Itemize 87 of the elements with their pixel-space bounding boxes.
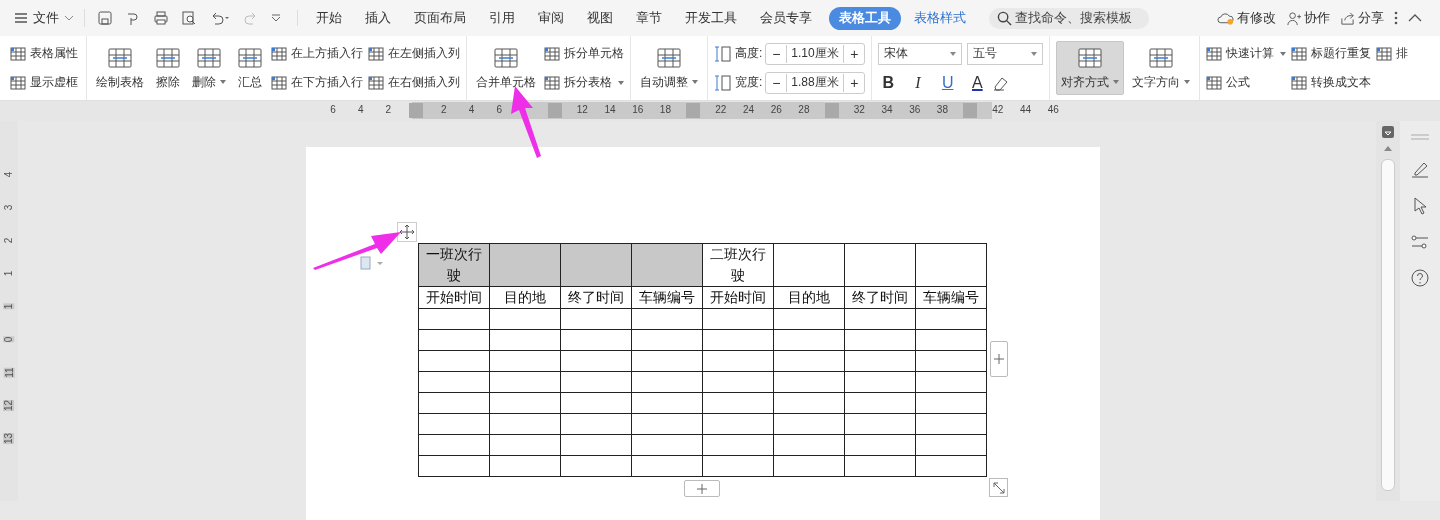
- menu-tab[interactable]: 章节: [626, 6, 672, 30]
- format-button[interactable]: I: [908, 73, 928, 92]
- ruler-number: 12: [575, 104, 589, 115]
- ribbon-button[interactable]: 排: [1376, 45, 1409, 62]
- ruler-number: 26: [769, 104, 783, 115]
- ruler-number: 6: [495, 104, 503, 115]
- ruler-number: 14: [603, 104, 617, 115]
- ribbon-button[interactable]: 在右侧插入列: [368, 74, 460, 91]
- search-field[interactable]: 查找命令、搜索模板: [989, 7, 1149, 29]
- ruler-number: 2: [440, 104, 448, 115]
- ribbon-button[interactable]: 快速计算: [1206, 45, 1287, 62]
- table-cell: 终了时间: [560, 286, 632, 309]
- font-dropdown[interactable]: 五号: [967, 42, 1044, 65]
- menu-tab[interactable]: 视图: [577, 6, 623, 30]
- ruler-number: 3: [3, 204, 15, 211]
- ribbon-button[interactable]: 在上方插入行: [271, 45, 363, 62]
- toolbar-button[interactable]: 协作: [1286, 9, 1330, 27]
- menu-tab[interactable]: 页面布局: [404, 6, 476, 30]
- ribbon-button[interactable]: 汇总: [234, 41, 266, 95]
- ribbon-button[interactable]: 在左侧插入列: [368, 45, 460, 62]
- toolbar-button[interactable]: 分享: [1340, 9, 1384, 27]
- ruler-number: 4: [356, 104, 365, 115]
- menu-tab[interactable]: 审阅: [528, 6, 574, 30]
- table-cell: 终了时间: [844, 286, 916, 309]
- ruler-number: 36: [908, 104, 922, 115]
- ruler-number: 32: [852, 104, 866, 115]
- menu-tab[interactable]: 开发工具: [675, 6, 747, 30]
- ribbon-button[interactable]: 删除: [189, 41, 229, 95]
- ribbon-button[interactable]: 显示虚框: [10, 74, 78, 91]
- ribbon-button[interactable]: 标题行重复: [1291, 45, 1372, 62]
- ribbon-button[interactable]: 擦除: [152, 41, 184, 95]
- ruler-number: 13: [3, 432, 15, 445]
- ribbon-button[interactable]: 对齐方式: [1056, 41, 1125, 95]
- ruler-number: 18: [658, 104, 672, 115]
- ruler-number: 0: [3, 336, 15, 343]
- ribbon-button[interactable]: 自动调整: [637, 41, 701, 95]
- menu-tab[interactable]: 引用: [479, 6, 525, 30]
- ruler-number: 28: [797, 104, 811, 115]
- ruler-number: 34: [880, 104, 894, 115]
- ruler-number: 2: [384, 104, 393, 115]
- ribbon-button[interactable]: 绘制表格: [93, 41, 147, 95]
- menu-tab[interactable]: 插入: [355, 6, 401, 30]
- table-cell: 一班次行驶: [418, 243, 490, 287]
- ruler-number: 16: [631, 104, 645, 115]
- ribbon-button[interactable]: 表格属性: [10, 45, 78, 62]
- ruler-number: 38: [935, 104, 949, 115]
- ribbon-button[interactable]: 拆分表格: [544, 74, 624, 91]
- ruler-number: 46: [1046, 104, 1060, 115]
- table-cell: 二班次行驶: [702, 243, 774, 287]
- table-cell: 开始时间: [418, 286, 490, 309]
- field-label: 高度:: [735, 45, 763, 62]
- ruler-number: 42: [991, 104, 1005, 115]
- menu-tab[interactable]: 开始: [306, 6, 352, 30]
- toolbar-button[interactable]: 有修改: [1217, 9, 1276, 27]
- ribbon-button[interactable]: 文字方向: [1129, 41, 1194, 95]
- ruler-number: 24: [741, 104, 756, 115]
- ruler-number: 1: [3, 303, 15, 310]
- table-cell: 目的地: [773, 286, 845, 309]
- ribbon-button[interactable]: 在下方插入行: [271, 74, 363, 91]
- field-label: 宽度:: [735, 74, 763, 91]
- ruler-number: 1: [3, 270, 15, 277]
- table-cell: 车辆编号: [631, 286, 703, 309]
- ribbon-button[interactable]: 拆分单元格: [544, 45, 624, 62]
- ruler-number: 4: [3, 171, 15, 178]
- format-button[interactable]: A: [967, 73, 988, 92]
- ruler-number: 44: [1018, 104, 1033, 115]
- ruler-number: 12: [3, 399, 15, 412]
- spin-field[interactable]: − 1.88厘米 +: [765, 71, 866, 94]
- ribbon-button[interactable]: 公式: [1206, 74, 1287, 91]
- ruler-number: 22: [714, 104, 728, 115]
- menu-tab[interactable]: 表格样式: [904, 6, 976, 30]
- table-cell: 开始时间: [702, 286, 774, 309]
- file-menu[interactable]: 文件: [14, 9, 85, 27]
- spin-field[interactable]: − 1.10厘米 +: [765, 42, 866, 65]
- format-button[interactable]: U: [937, 73, 958, 92]
- ruler-number: 11: [3, 367, 15, 378]
- ruler-number: 2: [3, 237, 15, 244]
- font-dropdown[interactable]: 宋体: [878, 42, 963, 65]
- format-button[interactable]: B: [878, 73, 899, 92]
- table-cell: 目的地: [489, 286, 561, 309]
- ruler-number: 6: [329, 104, 337, 115]
- ribbon-button[interactable]: 合并单元格: [473, 41, 539, 95]
- menu-tab[interactable]: 会员专享: [750, 6, 822, 30]
- menu-tab[interactable]: 表格工具: [829, 6, 901, 30]
- ruler-number: 4: [467, 104, 476, 115]
- ribbon-button[interactable]: 转换成文本: [1291, 74, 1372, 91]
- table-cell: 车辆编号: [915, 286, 987, 309]
